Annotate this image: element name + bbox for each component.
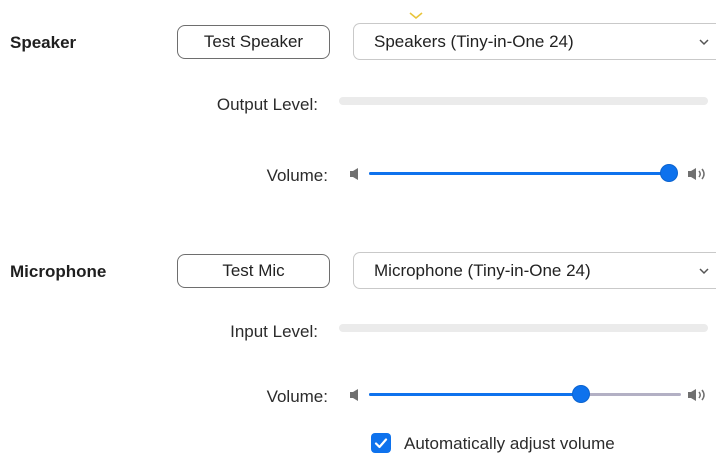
input-level-meter [339,324,708,332]
output-level-label: Output Level: [216,95,318,114]
microphone-volume-slider[interactable] [369,385,681,405]
test-speaker-button[interactable]: Test Speaker [177,25,330,59]
speaker-volume-label: Volume: [266,166,328,185]
speaker-volume-thumb[interactable] [661,165,677,181]
microphone-section-title: Microphone [10,262,107,281]
auto-adjust-volume-checkbox[interactable] [371,433,391,453]
test-mic-button[interactable]: Test Mic [177,254,330,288]
dropdown-pointer-icon [409,12,423,20]
microphone-device-value: Microphone (Tiny-in-One 24) [374,261,591,280]
speaker-device-select[interactable]: Speakers (Tiny-in-One 24) [353,23,716,60]
checkmark-icon [374,438,388,449]
microphone-device-select[interactable]: Microphone (Tiny-in-One 24) [353,252,716,289]
auto-adjust-volume-label[interactable]: Automatically adjust volume [404,434,615,454]
speaker-high-icon [687,166,709,182]
chevron-down-icon [698,24,710,59]
chevron-down-icon [698,253,710,288]
speaker-volume-slider[interactable] [369,164,677,184]
speaker-high-icon [687,387,709,403]
speaker-volume-track-fill [369,172,669,175]
speaker-low-icon [349,388,360,402]
speaker-device-value: Speakers (Tiny-in-One 24) [374,32,574,51]
microphone-volume-track-fill [369,393,581,396]
input-level-label: Input Level: [230,322,318,341]
speaker-low-icon [349,167,360,181]
speaker-section-title: Speaker [10,33,77,52]
output-level-meter [339,97,708,105]
microphone-volume-thumb[interactable] [573,386,589,402]
microphone-volume-label: Volume: [266,387,328,406]
